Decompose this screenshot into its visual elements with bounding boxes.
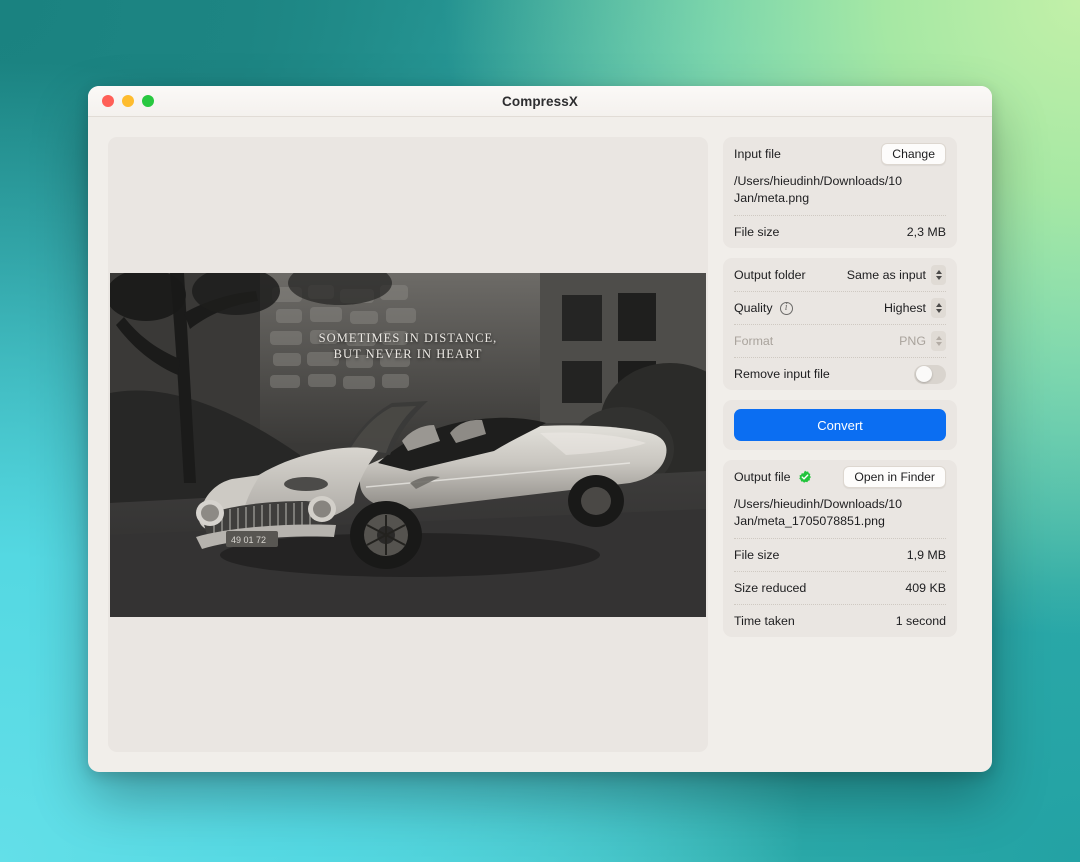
- image-preview-panel[interactable]: 49 01 72: [108, 137, 708, 752]
- output-file-title-group: Output file: [734, 470, 812, 484]
- output-folder-value: Same as input: [847, 268, 926, 282]
- app-window: CompressX: [88, 86, 992, 772]
- output-folder-control[interactable]: Same as input: [847, 265, 946, 285]
- output-file-size-label: File size: [734, 548, 779, 562]
- info-icon[interactable]: i: [780, 302, 793, 315]
- preview-image-illustration: 49 01 72: [110, 273, 706, 617]
- format-label: Format: [734, 334, 773, 348]
- quality-row[interactable]: Quality i Highest: [734, 291, 946, 324]
- output-folder-stepper-icon[interactable]: [931, 265, 946, 285]
- time-taken-value: 1 second: [896, 614, 946, 628]
- image-caption-line-2: BUT NEVER IN HEART: [110, 346, 706, 363]
- output-file-title: Output file: [734, 470, 790, 484]
- time-taken-label: Time taken: [734, 614, 795, 628]
- input-file-title: Input file: [734, 147, 781, 161]
- quality-value: Highest: [884, 301, 926, 315]
- quality-label-group: Quality i: [734, 301, 793, 315]
- output-folder-label: Output folder: [734, 268, 806, 282]
- convert-card: Convert: [723, 400, 957, 450]
- quality-stepper-icon[interactable]: [931, 298, 946, 318]
- settings-sidebar: Input file Change /Users/hieudinh/Downlo…: [723, 137, 957, 752]
- output-folder-row[interactable]: Output folder Same as input: [734, 258, 946, 291]
- conversion-settings-card: Output folder Same as input Quality i Hi…: [723, 258, 957, 390]
- input-file-size-value: 2,3 MB: [907, 225, 946, 239]
- preview-image: 49 01 72: [110, 273, 706, 617]
- convert-button[interactable]: Convert: [734, 409, 946, 441]
- time-taken-row: Time taken 1 second: [734, 604, 946, 637]
- svg-text:49 01 72: 49 01 72: [231, 535, 266, 545]
- output-file-header: Output file Open in Finder: [734, 460, 946, 493]
- input-file-card: Input file Change /Users/hieudinh/Downlo…: [723, 137, 957, 248]
- open-in-finder-button[interactable]: Open in Finder: [843, 466, 946, 488]
- format-control: PNG: [899, 331, 946, 351]
- input-file-header: Input file Change: [734, 137, 946, 170]
- success-check-icon: [798, 470, 812, 484]
- input-file-size-label: File size: [734, 225, 779, 239]
- window-body: 49 01 72: [88, 117, 992, 772]
- format-value: PNG: [899, 334, 926, 348]
- remove-input-toggle[interactable]: [914, 365, 946, 384]
- window-title: CompressX: [88, 94, 992, 109]
- quality-label: Quality: [734, 301, 773, 315]
- window-titlebar: CompressX: [88, 86, 992, 117]
- format-stepper-icon: [931, 331, 946, 351]
- quality-control[interactable]: Highest: [884, 298, 946, 318]
- size-reduced-label: Size reduced: [734, 581, 806, 595]
- image-caption-line-1: SOMETIMES IN DISTANCE,: [110, 330, 706, 347]
- input-file-path: /Users/hieudinh/Downloads/10 Jan/meta.pn…: [734, 170, 946, 215]
- remove-input-row[interactable]: Remove input file: [734, 357, 946, 390]
- remove-input-label: Remove input file: [734, 367, 830, 381]
- size-reduced-value: 409 KB: [905, 581, 946, 595]
- size-reduced-row: Size reduced 409 KB: [734, 571, 946, 604]
- output-file-path: /Users/hieudinh/Downloads/10 Jan/meta_17…: [734, 493, 946, 538]
- output-file-size-row: File size 1,9 MB: [734, 538, 946, 571]
- change-file-button[interactable]: Change: [881, 143, 946, 165]
- format-row: Format PNG: [734, 324, 946, 357]
- input-file-size-row: File size 2,3 MB: [734, 215, 946, 248]
- output-file-size-value: 1,9 MB: [907, 548, 946, 562]
- image-caption: SOMETIMES IN DISTANCE, BUT NEVER IN HEAR…: [110, 330, 706, 363]
- output-file-card: Output file Open in Finder /Users/hieudi…: [723, 460, 957, 637]
